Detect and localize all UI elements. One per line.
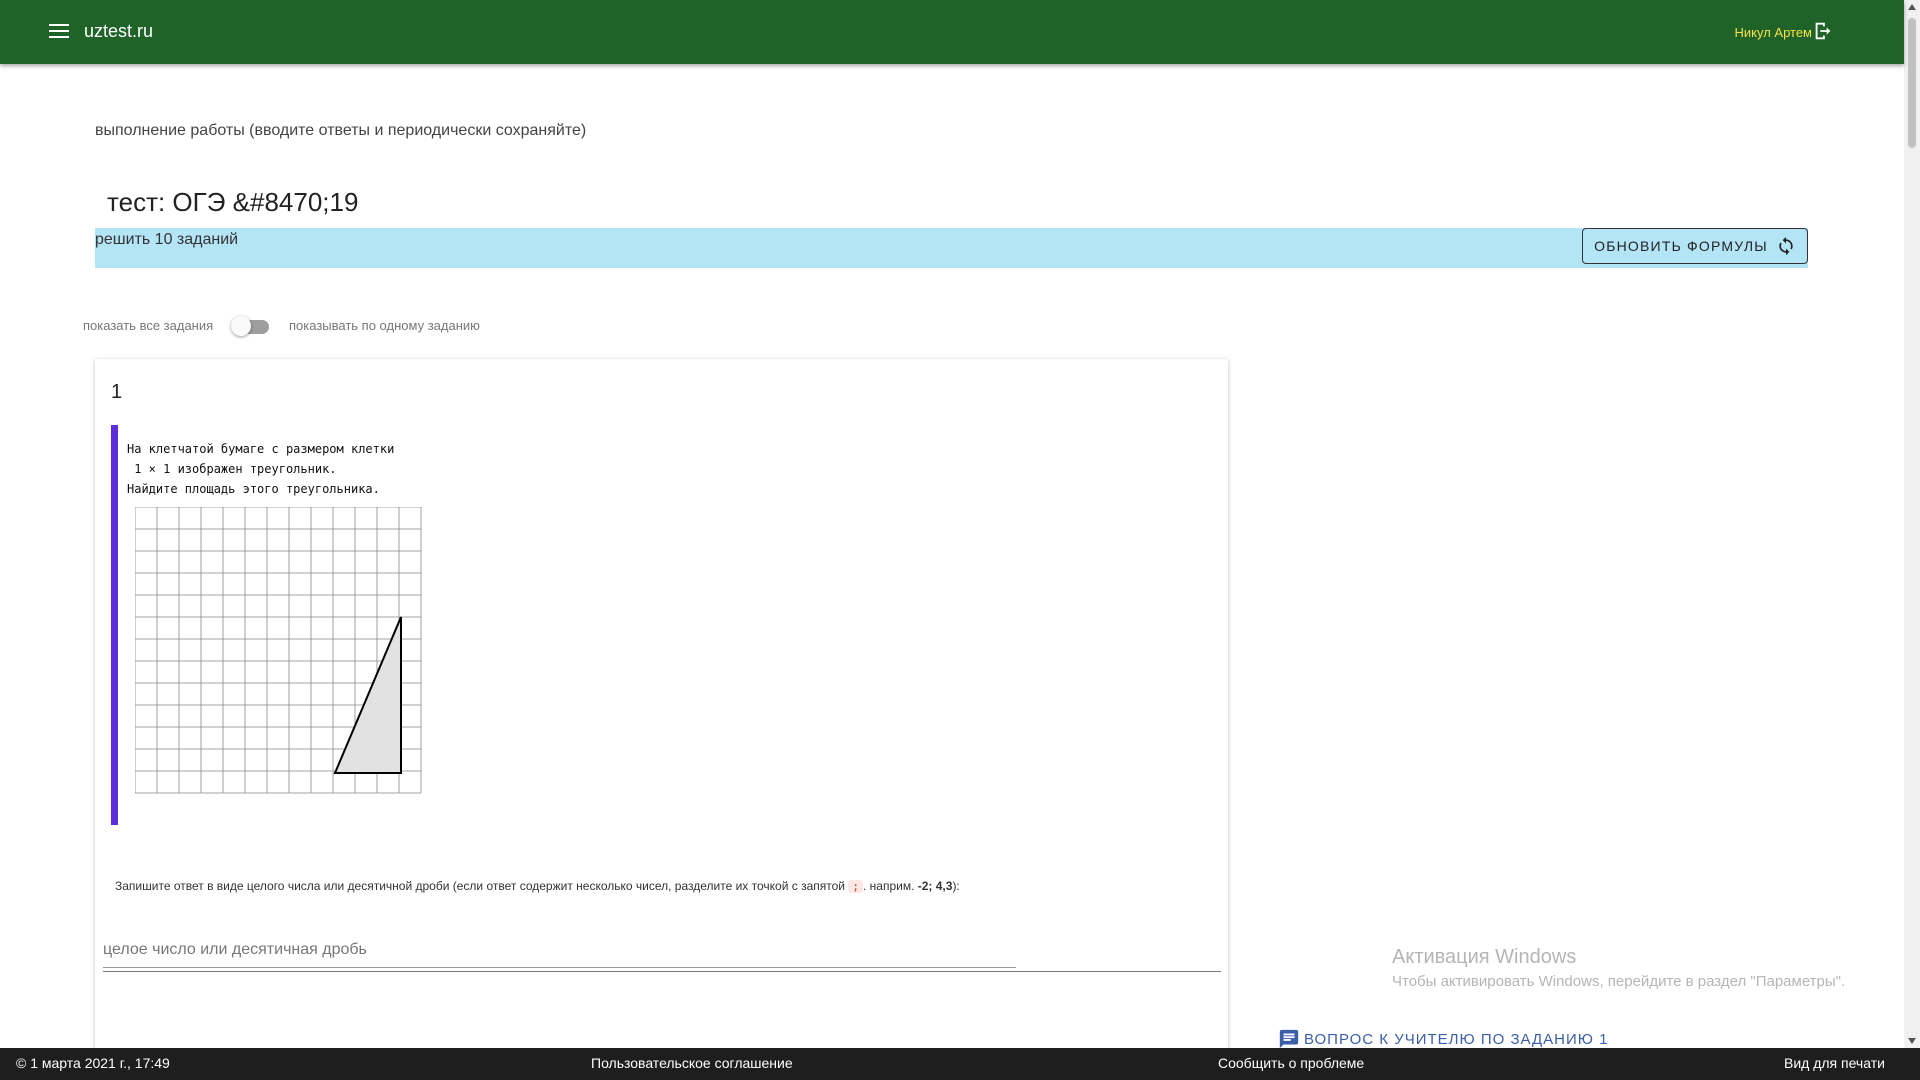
watermark-title: Активация Windows — [1392, 946, 1577, 968]
page-subtitle: выполнение работы (вводите ответы и пери… — [95, 122, 587, 139]
answer-hint-prefix: Запишите ответ в виде целого числа или д… — [115, 879, 846, 893]
top-app-bar: uztest.ru Никул Артем — [0, 0, 1904, 64]
scroll-up-icon[interactable] — [1908, 4, 1916, 10]
problem-line: 1 × 1 изображен треугольник. — [127, 462, 337, 476]
scroll-thumb[interactable] — [1908, 18, 1916, 148]
toggle-label-one-by-one: показывать по одному заданию — [289, 318, 480, 333]
problem-block: На клетчатой бумаге с размером клетки 1 … — [111, 425, 431, 825]
problem-line: Найдите площадь этого треугольника. — [127, 482, 380, 496]
refresh-formulas-button[interactable]: ОБНОВИТЬ ФОРМУЛЫ — [1582, 228, 1808, 264]
scroll-down-icon[interactable] — [1908, 1038, 1916, 1044]
answer-hint-separator: ; — [848, 880, 863, 893]
footer-report-problem-link[interactable]: Сообщить о проблеме — [1218, 1055, 1364, 1071]
toggle-knob — [231, 316, 251, 336]
page-scrollbar[interactable] — [1904, 0, 1920, 1048]
task-banner: решить 10 заданий — [95, 228, 1808, 268]
footer-print-view-link[interactable]: Вид для печати — [1784, 1055, 1885, 1071]
site-title[interactable]: uztest.ru — [84, 21, 153, 42]
refresh-formulas-label: ОБНОВИТЬ ФОРМУЛЫ — [1594, 238, 1768, 254]
footer-date: © 1 марта 2021 г., 17:49 — [16, 1055, 170, 1071]
menu-icon[interactable] — [49, 23, 69, 39]
problem-line: На клетчатой бумаге с размером клетки — [127, 442, 395, 456]
footer-bar: © 1 марта 2021 г., 17:49 Пользовательско… — [0, 1048, 1920, 1080]
test-title: тест: ОГЭ &#8470;19 — [107, 187, 359, 217]
triangle-shape — [333, 616, 402, 774]
ask-teacher-label: ВОПРОС К УЧИТЕЛЮ ПО ЗАДАНИЮ 1 — [1304, 1030, 1609, 1048]
answer-divider — [103, 971, 1221, 972]
task-card: 1 На клетчатой бумаге с размером клетки … — [95, 359, 1228, 1059]
windows-activation-watermark: Активация Windows Чтобы активировать Win… — [1392, 946, 1845, 990]
task-number: 1 — [111, 381, 123, 403]
task-banner-text: решить 10 заданий — [95, 231, 239, 248]
refresh-icon — [1779, 236, 1793, 256]
answer-hint-example: -2; 4,3 — [917, 879, 953, 893]
watermark-subtitle: Чтобы активировать Windows, перейдите в … — [1392, 973, 1846, 990]
answer-hint-suffix: ): — [952, 879, 960, 893]
footer-user-agreement-link[interactable]: Пользовательское соглашение — [591, 1055, 793, 1071]
problem-text: На клетчатой бумаге с размером клетки 1 … — [127, 439, 394, 499]
ask-teacher-button[interactable]: ВОПРОС К УЧИТЕЛЮ ПО ЗАДАНИЮ 1 — [1278, 1028, 1608, 1050]
user-name[interactable]: Никул Артем — [1735, 25, 1813, 40]
logout-icon[interactable] — [1812, 20, 1834, 42]
message-icon — [1279, 1029, 1299, 1049]
toggle-label-show-all: показать все задания — [83, 318, 214, 333]
triangle-grid-figure — [135, 507, 422, 794]
answer-hint: Запишите ответ в виде целого числа или д… — [115, 879, 960, 893]
display-mode-toggle[interactable] — [231, 316, 269, 336]
answer-input[interactable] — [103, 933, 1016, 968]
answer-hint-mid: . наприм. — [862, 879, 918, 893]
problem-accent-bar — [111, 425, 118, 825]
